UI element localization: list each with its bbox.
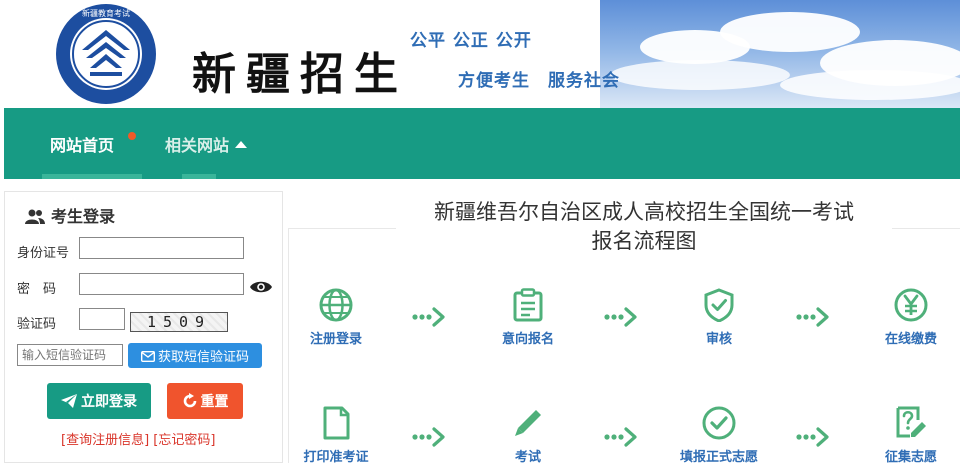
step-label: 征集志愿 [884,450,937,463]
nav-secondary-underline [182,174,216,179]
step-register-login[interactable]: 注册登录 [281,288,391,347]
login-button[interactable]: 立即登录 [47,383,151,419]
login-title-text: 考生登录 [51,207,116,226]
flow-title: 新疆维吾尔自治区成人高校招生全国统一考试 报名流程图 [396,198,892,256]
check-circle-icon [702,406,736,440]
step-label: 填报正式志愿 [679,450,758,463]
nav-active-underline [42,174,142,179]
step-label: 注册登录 [309,332,362,347]
eye-icon[interactable] [249,280,273,294]
step-review[interactable]: 审核 [664,288,774,347]
flow-title-line-2: 报名流程图 [591,229,697,253]
yuan-icon [894,288,928,322]
pencil-icon [515,410,541,436]
password-label: 密 码 [17,282,57,297]
captcha-label: 验证码 [17,317,57,332]
step-label: 考试 [514,450,541,463]
nav-item-related-sites[interactable]: 相关网站 [165,132,248,156]
clipboard-icon [513,288,543,322]
get-sms-code-label: 获取短信验证码 [157,350,249,365]
arrow-right-icon [604,427,637,447]
step-label: 意向报名 [501,332,554,347]
id-number-input[interactable] [79,237,244,259]
reset-button-label: 重置 [200,394,229,410]
step-label: 在线缴费 [884,332,937,347]
globe-icon [319,288,353,322]
step-label: 审核 [705,332,732,347]
paper-plane-icon [61,394,77,408]
step-print-admission-ticket[interactable]: 打印准考证 [281,406,391,463]
main-nav: 网站首页 相关网站 [4,108,960,179]
login-links: [查询注册信息] [忘记密码] [61,429,215,448]
exam-authority-logo[interactable]: 新疆教育考试 [52,2,160,106]
step-solicit-application[interactable]: 征集志愿 [856,406,960,463]
flow-title-line-1: 新疆维吾尔自治区成人高校招生全国统一考试 [434,200,854,224]
site-brand-title: 新疆招生 [192,49,408,100]
sky-banner [600,0,960,108]
step-exam[interactable]: 考试 [473,406,583,463]
nav-item-home[interactable]: 网站首页 [50,132,114,156]
nav-item-related-label: 相关网站 [165,136,230,155]
envelope-icon [140,350,155,363]
arrow-right-icon [604,307,637,327]
captcha-input[interactable] [79,308,125,330]
login-panel: 考生登录 身份证号 密 码 验证码 1509 获取短信验证码 立即登录 重置 [… [4,191,283,463]
step-online-payment[interactable]: 在线缴费 [856,288,960,347]
slogan-line-1: 公平 公正 公开 [410,31,532,51]
reset-button[interactable]: 重置 [167,383,243,419]
notification-dot [128,132,136,140]
step-label: 打印准考证 [303,450,369,463]
refresh-icon [183,393,196,408]
login-button-label: 立即登录 [81,394,137,410]
query-registration-link[interactable]: [查询注册信息] [61,433,149,448]
step-intent-registration[interactable]: 意向报名 [473,288,583,347]
sms-code-input[interactable] [17,344,123,366]
id-number-label: 身份证号 [17,246,70,261]
password-input[interactable] [79,273,244,295]
arrow-right-icon [796,427,829,447]
caret-up-icon [235,141,248,148]
forgot-password-link[interactable]: [忘记密码] [153,433,215,448]
document-icon [323,406,350,440]
site-header: 新疆教育考试 新疆招生 公平 公正 公开 方便考生 服务社会 [0,0,960,108]
arrow-right-icon [412,427,445,447]
slogan-line-2: 方便考生 服务社会 [458,71,620,91]
logo-text: 新疆教育考试 [82,8,130,18]
arrow-right-icon [412,307,445,327]
captcha-image[interactable]: 1509 [130,312,228,332]
shield-check-icon [704,288,734,322]
step-formal-application[interactable]: 填报正式志愿 [664,406,774,463]
arrow-right-icon [796,307,829,327]
users-icon [25,209,45,224]
get-sms-code-button[interactable]: 获取短信验证码 [128,343,262,368]
login-title: 考生登录 [25,203,115,227]
question-edit-icon [896,406,926,438]
